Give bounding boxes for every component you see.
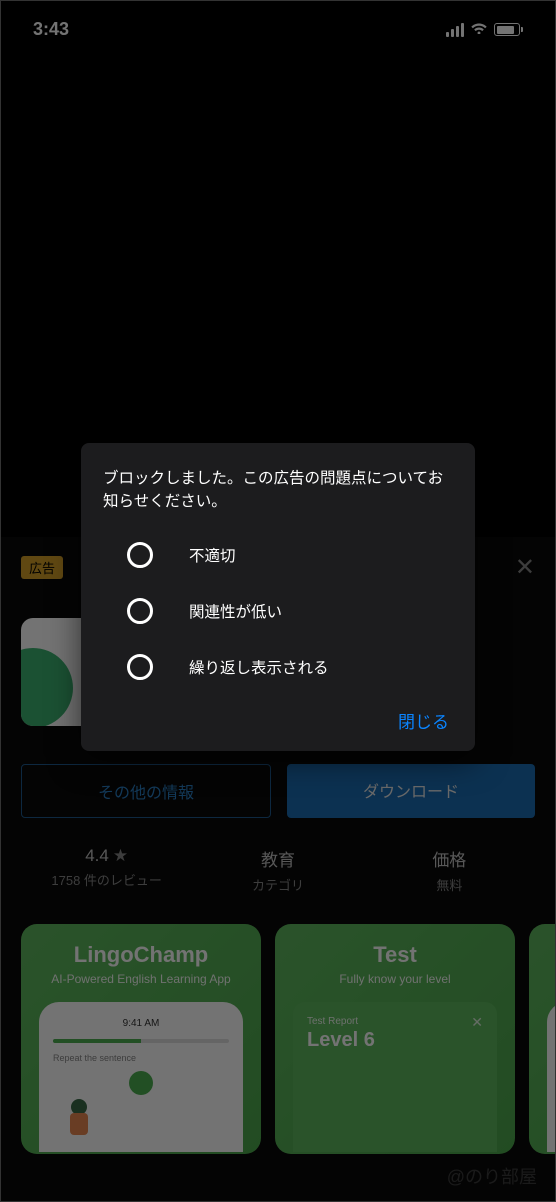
- ad-report-dialog: ブロックしました。この広告の問題点についてお知らせください。 不適切 関連性が低…: [81, 443, 475, 751]
- radio-icon: [127, 654, 153, 680]
- dialog-close-button[interactable]: 閉じる: [103, 708, 453, 733]
- option-inappropriate[interactable]: 不適切: [127, 542, 453, 568]
- dialog-title: ブロックしました。この広告の問題点についてお知らせください。: [103, 467, 453, 514]
- radio-icon: [127, 598, 153, 624]
- report-options: 不適切 関連性が低い 繰り返し表示される: [103, 542, 453, 680]
- radio-icon: [127, 542, 153, 568]
- option-repetitive[interactable]: 繰り返し表示される: [127, 654, 453, 680]
- option-low-relevance[interactable]: 関連性が低い: [127, 598, 453, 624]
